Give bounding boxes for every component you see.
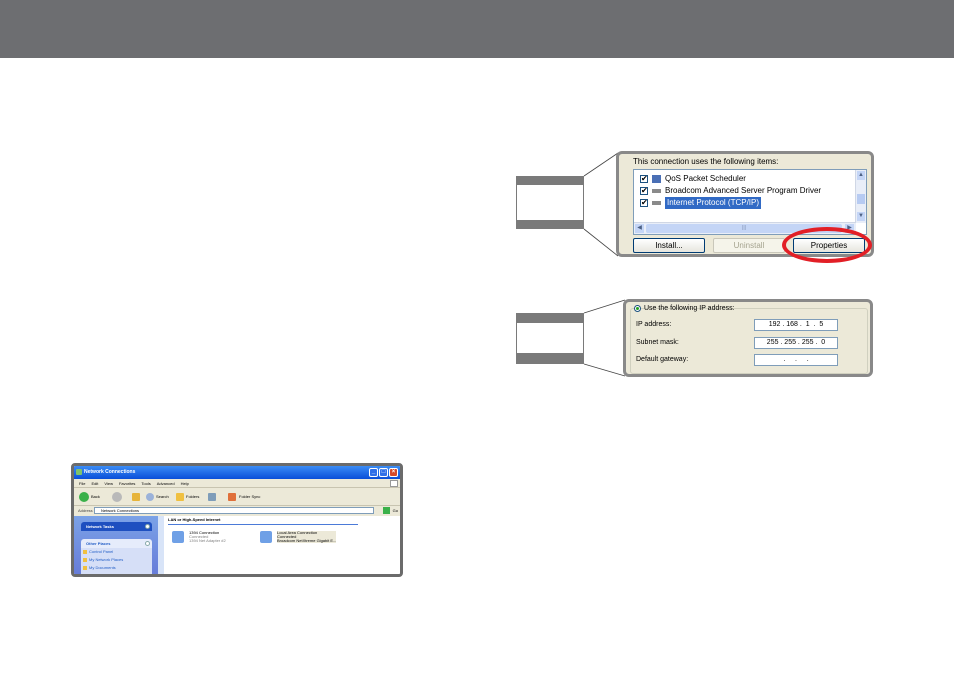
search-button[interactable]: Search xyxy=(156,489,169,505)
folders-icon[interactable] xyxy=(176,493,184,501)
back-button[interactable]: Back xyxy=(91,489,100,505)
toolbar: Back Search Folders Folder Sync xyxy=(74,489,400,506)
subnet-mask-label: Subnet mask: xyxy=(636,339,679,346)
ip-address-label: IP address: xyxy=(636,321,672,328)
other-places-list: Control Panel My Network Places My Docum… xyxy=(81,548,152,574)
chevron-icon[interactable] xyxy=(145,524,150,529)
menu-view[interactable]: View xyxy=(104,479,113,487)
other-places-label: Other Places xyxy=(86,541,111,546)
uninstall-button: Uninstall xyxy=(713,238,785,253)
window-title-bar: Network Connections _ □ × xyxy=(74,466,400,479)
up-folder-icon[interactable] xyxy=(132,493,140,501)
network-connection-icon xyxy=(260,531,272,543)
folder-sync-button[interactable]: Folder Sync xyxy=(239,489,260,505)
list-item-qos[interactable]: ✔ QoS Packet Scheduler xyxy=(640,173,840,185)
item-label: QoS Packet Scheduler xyxy=(665,174,746,183)
connection-device: Broadcom NetXtreme Gigabit E... xyxy=(277,538,337,543)
minimize-button[interactable]: _ xyxy=(369,468,378,477)
windows-flag-icon xyxy=(390,480,398,487)
protocol-icon xyxy=(652,201,661,205)
folder-sync-icon[interactable] xyxy=(228,493,236,501)
network-tasks-label: Network Tasks xyxy=(86,524,114,529)
scheduler-icon xyxy=(652,175,661,183)
go-button[interactable]: Go xyxy=(393,506,398,515)
task-pane: Network Tasks Other Places Control Panel… xyxy=(74,516,158,574)
items-header: This connection uses the following items… xyxy=(633,157,779,166)
default-gateway-input[interactable]: . . . xyxy=(754,354,838,366)
network-connection-icon xyxy=(172,531,184,543)
link-my-documents[interactable]: My Documents xyxy=(81,564,152,572)
menu-advanced[interactable]: Advanced xyxy=(157,479,175,487)
connections-view: LAN or High-Speed Internet 1394 Connecti… xyxy=(164,516,400,574)
menu-edit[interactable]: Edit xyxy=(91,479,98,487)
install-button[interactable]: Install... xyxy=(633,238,705,253)
list-item-broadcom[interactable]: ✔ Broadcom Advanced Server Program Drive… xyxy=(640,185,840,197)
ip-address-input[interactable]: 192 . 168 . 1 . 5 xyxy=(754,319,838,331)
go-arrow-icon[interactable] xyxy=(383,507,390,514)
network-folder-icon xyxy=(76,469,82,475)
checkbox-tcpip[interactable]: ✔ xyxy=(640,199,648,207)
network-connections-window: Network Connections _ □ × File Edit View… xyxy=(71,463,403,577)
folders-button[interactable]: Folders xyxy=(186,489,199,505)
vertical-scrollbar[interactable]: ▲ ▼ xyxy=(855,170,866,223)
address-input[interactable]: Network Connections xyxy=(94,507,374,514)
close-button[interactable]: × xyxy=(389,468,398,477)
ip-settings-zoom: Use the following IP address: IP address… xyxy=(623,299,873,377)
maximize-button[interactable]: □ xyxy=(379,468,388,477)
protocol-icon xyxy=(652,189,661,193)
network-tasks-header[interactable]: Network Tasks xyxy=(81,522,152,531)
menu-file[interactable]: File xyxy=(79,479,85,487)
scroll-left-icon[interactable]: ◀ xyxy=(635,224,644,233)
page-header-bar xyxy=(0,0,954,58)
callout-box-properties xyxy=(516,176,584,229)
radio-label: Use the following IP address: xyxy=(644,305,735,312)
search-icon[interactable] xyxy=(146,493,154,501)
link-control-panel[interactable]: Control Panel xyxy=(81,548,152,556)
radio-button[interactable] xyxy=(634,305,641,312)
address-bar: Address Network Connections Go xyxy=(74,506,400,515)
properties-highlight-circle xyxy=(782,227,872,263)
menu-favorites[interactable]: Favorites xyxy=(119,479,135,487)
chevron-icon[interactable] xyxy=(145,541,150,546)
menu-bar: File Edit View Favorites Tools Advanced … xyxy=(74,479,400,488)
item-label: Broadcom Advanced Server Program Driver xyxy=(665,186,822,195)
list-item-tcpip[interactable]: ✔ Internet Protocol (TCP/IP) xyxy=(640,197,840,209)
callout-box-ip xyxy=(516,313,584,364)
link-my-network-places[interactable]: My Network Places xyxy=(81,556,152,564)
components-list[interactable]: ✔ QoS Packet Scheduler ✔ Broadcom Advanc… xyxy=(633,169,867,235)
scroll-up-icon[interactable]: ▲ xyxy=(857,171,865,180)
menu-tools[interactable]: Tools xyxy=(141,479,150,487)
scroll-thumb[interactable] xyxy=(857,194,865,204)
scroll-down-icon[interactable]: ▼ xyxy=(857,212,865,221)
item-label: Internet Protocol (TCP/IP) xyxy=(665,197,762,209)
checkbox-broadcom[interactable]: ✔ xyxy=(640,187,648,195)
group-header: LAN or High-Speed Internet xyxy=(168,517,221,522)
back-arrow-icon[interactable] xyxy=(79,492,89,502)
connection-device: 1394 Net Adapter #2 xyxy=(189,538,226,543)
group-divider xyxy=(168,524,358,525)
other-places-header[interactable]: Other Places xyxy=(81,539,152,548)
address-label: Address xyxy=(78,508,93,513)
forward-arrow-icon[interactable] xyxy=(112,492,122,502)
menu-help[interactable]: Help xyxy=(181,479,189,487)
checkbox-qos[interactable]: ✔ xyxy=(640,175,648,183)
views-icon[interactable] xyxy=(208,493,216,501)
subnet-mask-input[interactable]: 255 . 255 . 255 . 0 xyxy=(754,337,838,349)
window-title: Network Connections xyxy=(84,469,136,475)
default-gateway-label: Default gateway: xyxy=(636,356,689,363)
